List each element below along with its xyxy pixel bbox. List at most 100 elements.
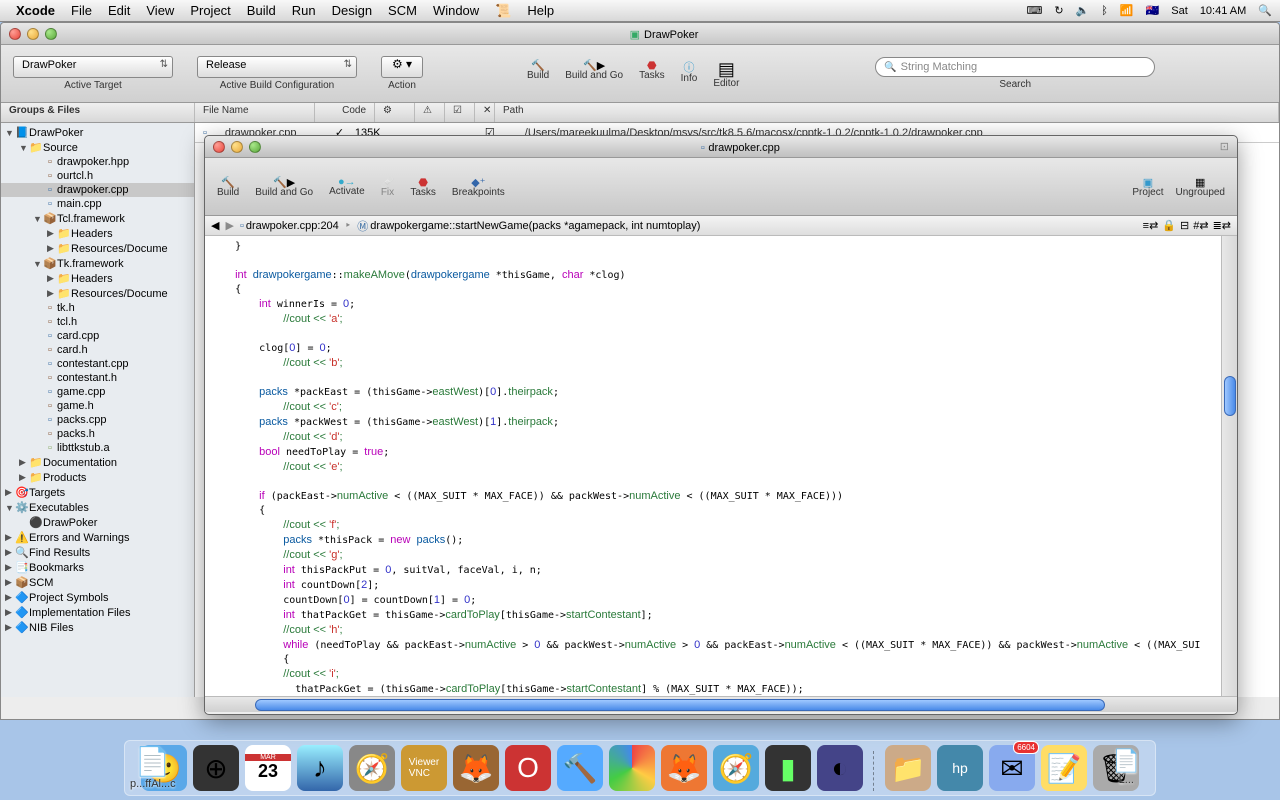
bc-num[interactable]: #⇄ xyxy=(1193,219,1208,232)
ed-build-button[interactable]: 🔨Build xyxy=(217,176,239,198)
vertical-scrollbar[interactable] xyxy=(1221,236,1237,698)
horizontal-scrollbar[interactable] xyxy=(205,696,1237,712)
menu-build[interactable]: Build xyxy=(247,3,276,18)
tree-item[interactable]: ▶📁Headers xyxy=(1,271,194,286)
active-target-dropdown[interactable]: DrawPoker xyxy=(13,56,173,78)
minimize-button[interactable] xyxy=(27,28,39,40)
dock-eclipse[interactable]: ◐ xyxy=(817,745,863,791)
tree-item[interactable]: ▶📁Resources/Docume xyxy=(1,286,194,301)
menu-app[interactable]: Xcode xyxy=(16,3,55,18)
col-code[interactable]: Code xyxy=(315,103,375,122)
ed-fix-button[interactable]: 🩹Fix xyxy=(381,176,395,198)
scroll-thumb-h[interactable] xyxy=(255,699,1105,711)
tree-item[interactable]: ▼📦Tk.framework xyxy=(1,256,194,271)
status-bluetooth-icon[interactable]: ᛒ xyxy=(1101,5,1108,17)
dock-xcode[interactable]: 🔨 xyxy=(557,745,603,791)
tree-item[interactable]: ▫drawpoker.hpp xyxy=(1,155,194,169)
code-editor[interactable]: } int drawpokergame::makeAMove(drawpoker… xyxy=(205,236,1237,696)
bc-split[interactable]: ⊟ xyxy=(1180,219,1189,232)
col-path[interactable]: Path xyxy=(495,103,1279,122)
menu-scm[interactable]: SCM xyxy=(388,3,417,18)
tree-item[interactable]: ▫tcl.h xyxy=(1,315,194,329)
editor-zoom-button[interactable] xyxy=(249,141,261,153)
tree-item[interactable]: ▶🔷Implementation Files xyxy=(1,605,194,620)
editor-button[interactable]: ▤Editor xyxy=(713,59,739,89)
bc-counterpart[interactable]: ≡⇄ xyxy=(1143,219,1159,232)
scroll-thumb-v[interactable] xyxy=(1224,376,1236,416)
status-keys-icon[interactable]: ⌨ xyxy=(1026,4,1042,17)
tree-item[interactable]: ▶📦SCM xyxy=(1,575,194,590)
ed-project-button[interactable]: ▣Project xyxy=(1132,176,1163,198)
bc-more[interactable]: ≣⇄ xyxy=(1213,219,1231,232)
tree-item[interactable]: ▶🎯Targets xyxy=(1,485,194,500)
tree-item[interactable]: ▫packs.h xyxy=(1,427,194,441)
dock-chrome[interactable] xyxy=(609,745,655,791)
menu-window[interactable]: Window xyxy=(433,3,479,18)
col-filename[interactable]: File Name xyxy=(195,103,315,122)
tree-item[interactable]: ⚫DrawPoker xyxy=(1,515,194,530)
build-config-dropdown[interactable]: Release xyxy=(197,56,357,78)
tree-item[interactable]: ▶📁Headers xyxy=(1,226,194,241)
status-sync-icon[interactable]: ↻ xyxy=(1054,4,1063,17)
editor-minimize-button[interactable] xyxy=(231,141,243,153)
zoom-button[interactable] xyxy=(45,28,57,40)
project-titlebar[interactable]: ▣DrawPoker xyxy=(1,23,1279,45)
dock-firefox[interactable]: 🦊 xyxy=(661,745,707,791)
dock-folder[interactable]: 📁 xyxy=(885,745,931,791)
tree-item[interactable]: ▫packs.cpp xyxy=(1,413,194,427)
col-groups[interactable]: Groups & Files xyxy=(1,103,195,122)
tree-item[interactable]: ▫contestant.h xyxy=(1,371,194,385)
tree-item[interactable]: ▫card.cpp xyxy=(1,329,194,343)
tree-item[interactable]: ▶📁Resources/Docume xyxy=(1,241,194,256)
bc-file[interactable]: ▫ drawpoker.cpp:204 xyxy=(240,220,339,232)
menu-design[interactable]: Design xyxy=(332,3,372,18)
tree-item[interactable]: ▫ourtcl.h xyxy=(1,169,194,183)
tree-item[interactable]: ▶🔍Find Results xyxy=(1,545,194,560)
editor-close-button[interactable] xyxy=(213,141,225,153)
ed-activate-button[interactable]: ●→Activate xyxy=(329,176,365,197)
editor-titlebar[interactable]: ▫ drawpoker.cpp ⊡ xyxy=(205,136,1237,158)
menu-script-icon[interactable]: 📜 xyxy=(495,3,511,19)
toolbar-toggle-icon[interactable]: ⊡ xyxy=(1220,140,1229,153)
tree-item[interactable]: ▫contestant.cpp xyxy=(1,357,194,371)
dock-terminal[interactable]: ▮ xyxy=(765,745,811,791)
col-target[interactable]: ☑ xyxy=(445,103,475,122)
status-volume-icon[interactable]: 🔈 xyxy=(1076,4,1090,17)
dock-calendar[interactable]: MAR23 xyxy=(245,745,291,791)
ed-ungrouped-button[interactable]: ▦Ungrouped xyxy=(1176,176,1225,198)
tree-item[interactable]: ▶📑Bookmarks xyxy=(1,560,194,575)
tree-item[interactable]: ▫tk.h xyxy=(1,301,194,315)
tree-item[interactable]: ▶📁Documentation xyxy=(1,455,194,470)
menu-file[interactable]: File xyxy=(71,3,92,18)
desktop-icon-left[interactable]: 📄p...ffAl...c xyxy=(130,745,176,790)
bc-lock-icon[interactable]: 🔒 xyxy=(1162,219,1176,232)
dock-stickies[interactable]: 📝 xyxy=(1041,745,1087,791)
col-x[interactable]: ✕ xyxy=(475,103,495,122)
col-build[interactable]: ⚙ xyxy=(375,103,415,122)
spotlight-icon[interactable]: 🔍 xyxy=(1258,4,1272,17)
tree-item[interactable]: ▼📁Source xyxy=(1,140,194,155)
tree-item[interactable]: ▫libttkstub.a xyxy=(1,441,194,455)
build-button[interactable]: 🔨Build xyxy=(527,59,549,89)
ed-build-go-button[interactable]: 🔨▶Build and Go xyxy=(255,176,313,198)
status-flag-icon[interactable]: 🇦🇺 xyxy=(1146,4,1160,17)
dock-gimp[interactable]: 🦊 xyxy=(453,745,499,791)
status-wifi-icon[interactable]: 📶 xyxy=(1120,4,1134,17)
tree-item[interactable]: ▫game.cpp xyxy=(1,385,194,399)
nav-fwd[interactable]: ▶ xyxy=(225,219,233,232)
tree-item[interactable]: ▼📦Tcl.framework xyxy=(1,211,194,226)
dock-vnc[interactable]: ViewerVNC xyxy=(401,745,447,791)
project-sidebar[interactable]: ▼📘DrawPoker▼📁Source▫drawpoker.hpp▫ourtcl… xyxy=(1,123,195,697)
col-warn[interactable]: ⚠ xyxy=(415,103,445,122)
tree-item[interactable]: ▫card.h xyxy=(1,343,194,357)
dock-mail[interactable]: ✉6604 xyxy=(989,745,1035,791)
status-time[interactable]: 10:41 AM xyxy=(1200,5,1246,17)
tree-item[interactable]: ▼⚙️Executables xyxy=(1,500,194,515)
action-menu[interactable]: ⚙ ▾ xyxy=(381,56,423,78)
build-and-go-button[interactable]: 🔨▶Build and Go xyxy=(565,59,623,89)
tasks-button[interactable]: ⬣Tasks xyxy=(639,59,665,89)
menu-help[interactable]: Help xyxy=(527,3,554,18)
tree-item[interactable]: ▫main.cpp xyxy=(1,197,194,211)
dock-compass[interactable]: 🧭 xyxy=(349,745,395,791)
tree-item[interactable]: ▫game.h xyxy=(1,399,194,413)
